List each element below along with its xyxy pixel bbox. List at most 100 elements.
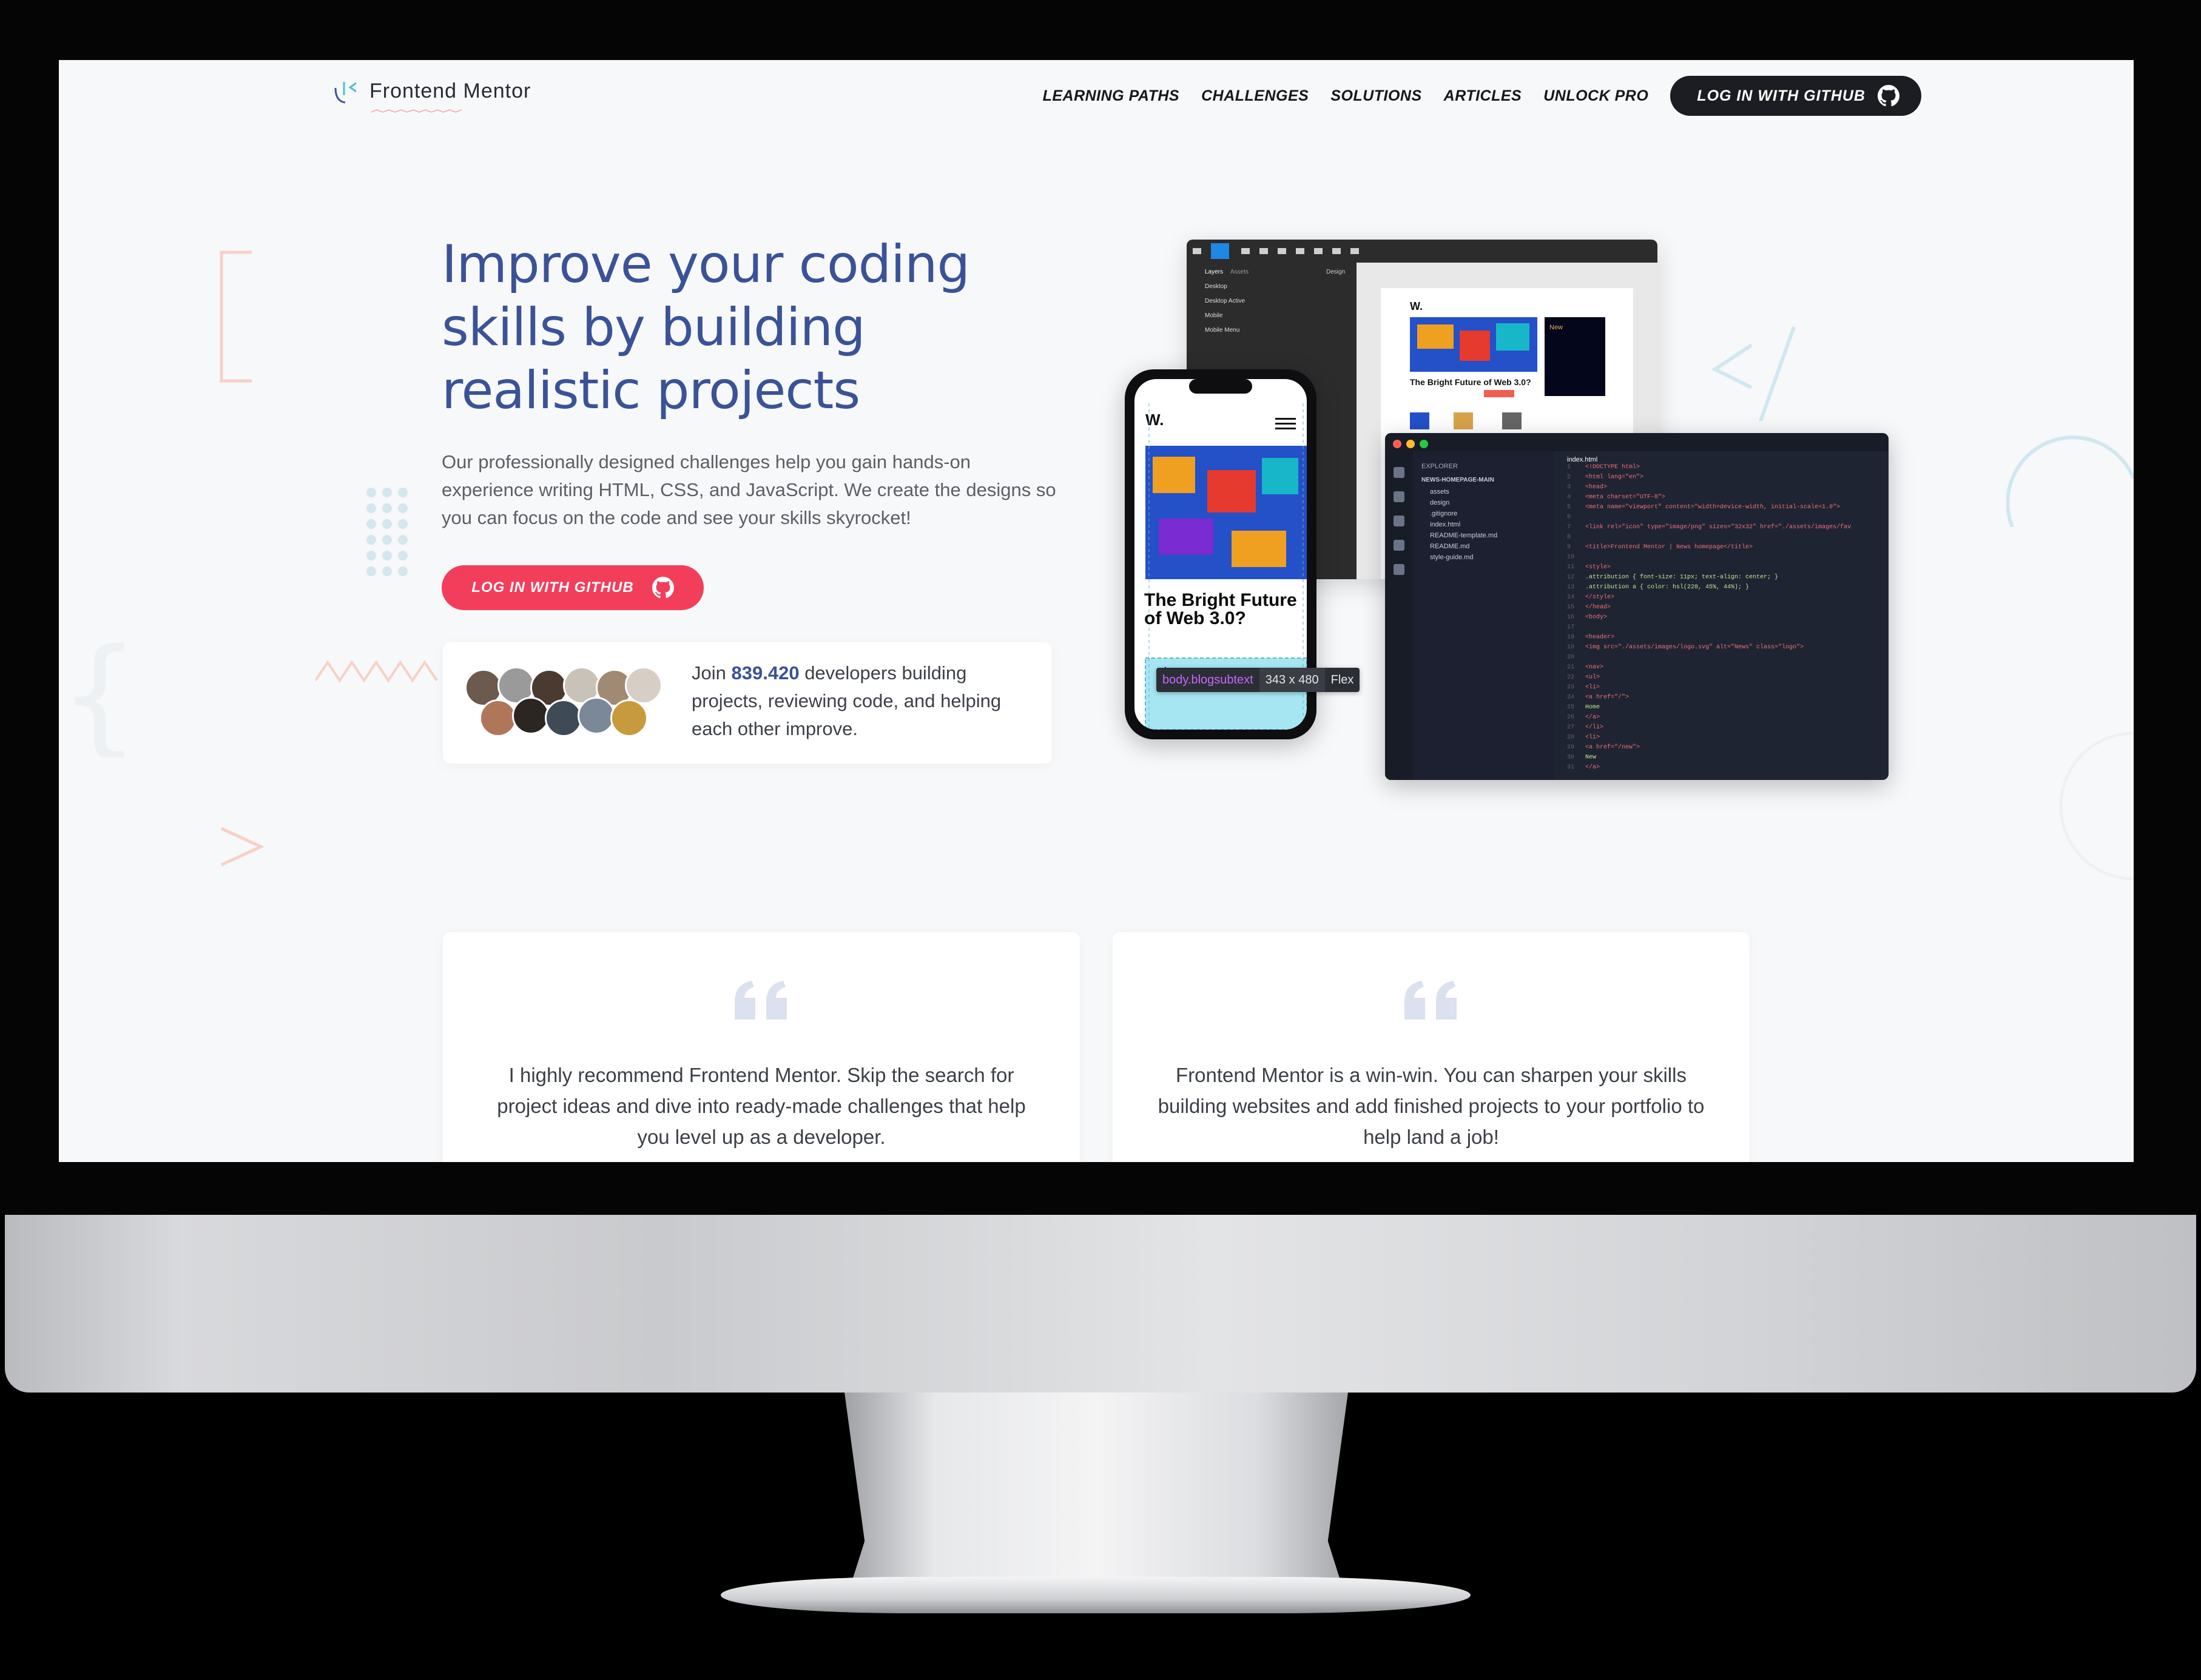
code-line-number: 23 xyxy=(1567,684,1574,691)
layer-item: Mobile Menu xyxy=(1205,327,1239,334)
code-line: <html lang="en"> xyxy=(1585,474,1643,481)
phone-headline: The Bright Future of Web 3.0? xyxy=(1144,590,1297,628)
monitor-stand xyxy=(844,1393,1348,1605)
github-icon xyxy=(652,577,674,599)
nav-articles[interactable]: ARTICLES xyxy=(1444,87,1522,105)
testimonial-text: I highly recommend Frontend Mentor. Skip… xyxy=(497,1064,1026,1148)
code-line-number: 1 xyxy=(1567,464,1571,471)
header-login-github-button[interactable]: LOG IN WITH GITHUB xyxy=(1670,76,1921,116)
quote-icon xyxy=(735,981,787,1020)
code-line-number: 18 xyxy=(1567,634,1574,641)
code-line-number: 29 xyxy=(1567,744,1574,751)
code-line-number: 22 xyxy=(1567,674,1574,681)
svg-text:{{: {{ xyxy=(59,624,156,758)
code-line: <link rel="icon" type="image/png" sizes=… xyxy=(1585,523,1851,531)
code-line-number: 4 xyxy=(1567,494,1571,501)
layer-item: Desktop xyxy=(1205,283,1227,290)
dots-decoration xyxy=(366,488,408,576)
main-nav: LEARNING PATHS CHALLENGES SOLUTIONS ARTI… xyxy=(1043,76,1921,116)
browser-screen: {{ Frontend Mentor LEARNING PATHS CHALLE… xyxy=(59,60,2134,1162)
code-line: <li> xyxy=(1585,734,1600,741)
code-line: <meta charset="UTF-8"> xyxy=(1585,494,1665,501)
logo-underline-decoration xyxy=(371,109,462,113)
code-line-number: 5 xyxy=(1567,504,1571,511)
code-line-number: 24 xyxy=(1567,694,1574,701)
code-line: <ul> xyxy=(1585,674,1600,681)
code-line: New xyxy=(1585,754,1596,761)
nav-challenges[interactable]: CHALLENGES xyxy=(1201,87,1309,105)
code-line: <img src="./assets/images/logo.svg" alt=… xyxy=(1585,643,1804,651)
code-line: <a href="/"> xyxy=(1585,694,1629,701)
explorer-file: README.md xyxy=(1430,543,1469,550)
code-line: </a> xyxy=(1585,764,1600,771)
avatar xyxy=(578,697,615,734)
code-line: <a href="/new"> xyxy=(1585,744,1640,751)
code-line: .attribution a { color: hsl(228, 45%, 44… xyxy=(1585,583,1749,591)
testimonial-card: I highly recommend Frontend Mentor. Skip… xyxy=(443,932,1080,1162)
assets-tab: Assets xyxy=(1230,269,1249,275)
code-line: <nav> xyxy=(1585,664,1603,671)
code-line-number: 6 xyxy=(1567,514,1571,521)
code-line-number: 3 xyxy=(1567,484,1571,491)
hamburger-menu-icon xyxy=(1275,418,1296,429)
arc-decoration xyxy=(2006,435,2134,527)
code-line-number: 28 xyxy=(1567,734,1574,741)
developer-count: 839.420 xyxy=(731,662,800,684)
code-line: </head> xyxy=(1585,603,1611,611)
code-line: <style> xyxy=(1585,563,1611,571)
explorer-file: index.html xyxy=(1430,521,1460,528)
code-line-number: 16 xyxy=(1567,614,1574,621)
code-line-number: 19 xyxy=(1567,644,1574,651)
inspector-selector: body.blogsubtext xyxy=(1156,668,1259,692)
header-login-label: LOG IN WITH GITHUB xyxy=(1697,87,1866,104)
testimonial-text: Frontend Mentor is a win-win. You can sh… xyxy=(1158,1064,1705,1148)
code-line: Home xyxy=(1585,704,1600,711)
layer-item: Mobile xyxy=(1205,312,1223,319)
design-logo: W. xyxy=(1410,300,1423,312)
phone-logo: W. xyxy=(1145,411,1164,429)
explorer-folder: NEWS-HOMEPAGE-MAIN xyxy=(1421,477,1494,483)
inspector-layout: Flex xyxy=(1324,668,1360,692)
explorer-file: design xyxy=(1430,499,1449,506)
explorer-title: EXPLORER xyxy=(1421,463,1458,470)
code-line-number: 8 xyxy=(1567,534,1571,541)
testimonial-card: Frontend Mentor is a win-win. You can sh… xyxy=(1113,932,1750,1162)
code-line-number: 17 xyxy=(1567,624,1574,631)
code-line: <title>Frontend Mentor | News homepage</… xyxy=(1585,543,1753,551)
code-line: <meta name="viewport" content="width=dev… xyxy=(1585,503,1840,511)
hero-description: Our professionally designed challenges h… xyxy=(442,451,1056,528)
hero-login-github-button[interactable]: LOG IN WITH GITHUB xyxy=(442,565,704,610)
avatar xyxy=(625,667,662,704)
avatar xyxy=(512,697,550,734)
code-line-number: 7 xyxy=(1567,524,1571,531)
top-navigation: Frontend Mentor LEARNING PATHS CHALLENGE… xyxy=(332,71,1921,119)
avatar-group xyxy=(465,667,665,742)
code-editor-mockup: EXPLORER NEWS-HOMEPAGE-MAIN assets desig… xyxy=(1385,433,1889,780)
code-line-number: 2 xyxy=(1567,474,1571,481)
explorer-file: README-template.md xyxy=(1430,532,1497,539)
code-line: <header> xyxy=(1585,634,1614,641)
nav-unlock-pro[interactable]: UNLOCK PRO xyxy=(1543,87,1648,105)
code-line-number: 31 xyxy=(1567,764,1574,771)
nav-learning-paths[interactable]: LEARNING PATHS xyxy=(1043,87,1180,105)
code-line: </li> xyxy=(1585,724,1603,731)
community-text: Join 839.420 developers building project… xyxy=(692,659,1031,743)
nav-solutions[interactable]: SOLUTIONS xyxy=(1330,87,1421,105)
monitor-stand-base xyxy=(721,1577,1471,1613)
inspector-size: 343 x 480 xyxy=(1259,668,1325,692)
layers-tab: Layers xyxy=(1205,269,1223,275)
zigzag-decoration xyxy=(315,660,438,683)
github-icon xyxy=(1878,85,1899,107)
explorer-file: .gitignore xyxy=(1430,510,1457,517)
design-side-title: New xyxy=(1549,324,1563,331)
explorer-file: style-guide.md xyxy=(1430,554,1474,561)
code-line: <!DOCTYPE html> xyxy=(1585,463,1640,471)
code-line: </style> xyxy=(1585,594,1614,601)
quote-icon xyxy=(1404,981,1457,1020)
code-editor-canvas: EXPLORER NEWS-HOMEPAGE-MAIN assets desig… xyxy=(1385,433,1889,780)
code-line: <li> xyxy=(1585,684,1600,691)
code-line-number: 25 xyxy=(1567,704,1574,711)
code-line: .attribution { font-size: 11px; text-ali… xyxy=(1585,574,1778,581)
brand-logo[interactable]: Frontend Mentor xyxy=(332,77,531,113)
chevron-decoration xyxy=(220,827,265,867)
